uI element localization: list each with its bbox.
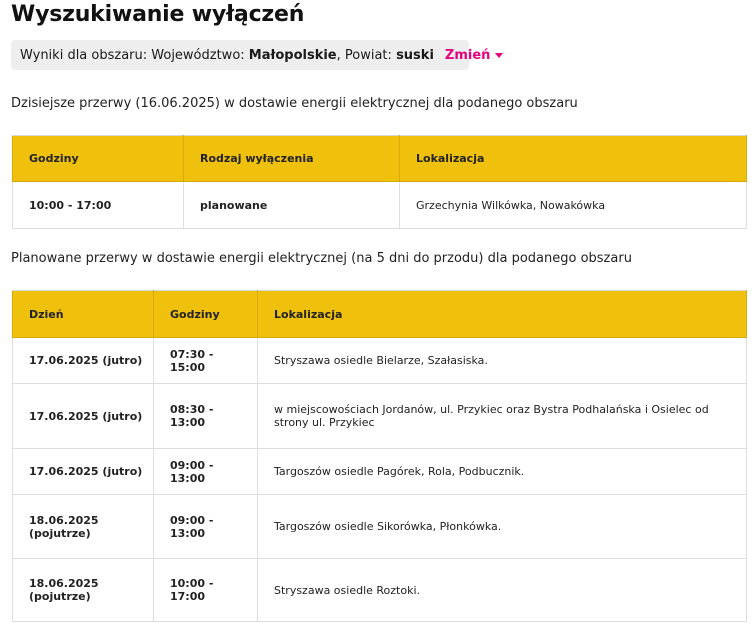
cell-day: 18.06.2025 (pojutrze) <box>12 494 154 559</box>
cell-location: Grzechynia Wilkówka, Nowakówka <box>399 181 747 229</box>
cell-hours: 07:30 - 15:00 <box>153 337 258 384</box>
today-heading: Dzisiejsze przerwy (16.06.2025) w dostaw… <box>11 96 578 111</box>
cell-day: 17.06.2025 (jutro) <box>12 337 154 384</box>
column-header-day: Dzień <box>12 290 154 338</box>
planned-outages-table: Dzień Godziny Lokalizacja 17.06.2025 (ju… <box>12 290 747 622</box>
table-row: 17.06.2025 (jutro) 07:30 - 15:00 Strysza… <box>12 337 747 384</box>
cell-hours: 09:00 - 13:00 <box>153 448 258 495</box>
cell-location: Stryszawa osiedle Roztoki. <box>257 558 747 622</box>
planned-heading: Planowane przerwy w dostawie energii ele… <box>11 251 632 266</box>
table-header-row: Dzień Godziny Lokalizacja <box>12 290 747 338</box>
cell-day: 17.06.2025 (jutro) <box>12 383 154 449</box>
cell-hours: 10:00 - 17:00 <box>153 558 258 622</box>
table-row: 17.06.2025 (jutro) 08:30 - 13:00 w miejs… <box>12 383 747 449</box>
change-area-button[interactable]: Zmień <box>445 48 504 63</box>
powiat-value: suski <box>396 47 434 63</box>
column-header-hours: Godziny <box>12 135 184 182</box>
column-header-location: Lokalizacja <box>257 290 747 338</box>
cell-type: planowane <box>183 181 400 229</box>
cell-hours: 10:00 - 17:00 <box>12 181 184 229</box>
cell-location: Targoszów osiedle Pagórek, Rola, Podbucz… <box>257 448 747 495</box>
today-outages-table: Godziny Rodzaj wyłączenia Lokalizacja 10… <box>12 135 747 229</box>
column-header-location: Lokalizacja <box>399 135 747 182</box>
cell-hours: 08:30 - 13:00 <box>153 383 258 449</box>
change-area-label: Zmień <box>444 47 491 63</box>
column-header-type: Rodzaj wyłączenia <box>183 135 400 182</box>
table-header-row: Godziny Rodzaj wyłączenia Lokalizacja <box>12 135 747 182</box>
table-row: 17.06.2025 (jutro) 09:00 - 13:00 Targosz… <box>12 448 747 495</box>
cell-day: 18.06.2025 (pojutrze) <box>12 558 154 622</box>
voivodeship-value: Małopolskie <box>248 47 337 63</box>
cell-location: w miejscowościach Jordanów, ul. Przykiec… <box>257 383 747 449</box>
cell-location: Targoszów osiedle Sikorówka, Płonkówka. <box>257 494 747 559</box>
cell-location: Stryszawa osiedle Bielarze, Szałasiska. <box>257 337 747 384</box>
area-prefix: Wyniki dla obszaru: Województwo: <box>20 47 245 63</box>
cell-day: 17.06.2025 (jutro) <box>12 448 154 495</box>
table-row: 18.06.2025 (pojutrze) 10:00 - 17:00 Stry… <box>12 558 747 622</box>
caret-down-icon <box>495 52 504 58</box>
powiat-label: , Powiat: <box>336 47 392 63</box>
table-row: 10:00 - 17:00 planowane Grzechynia Wilkó… <box>12 181 747 229</box>
area-filter-summary: Wyniki dla obszaru: Województwo: Małopol… <box>11 40 504 70</box>
column-header-hours: Godziny <box>153 290 258 338</box>
table-row: 18.06.2025 (pojutrze) 09:00 - 13:00 Targ… <box>12 494 747 559</box>
cell-hours: 09:00 - 13:00 <box>153 494 258 559</box>
page-title: Wyszukiwanie wyłączeń <box>11 2 305 27</box>
